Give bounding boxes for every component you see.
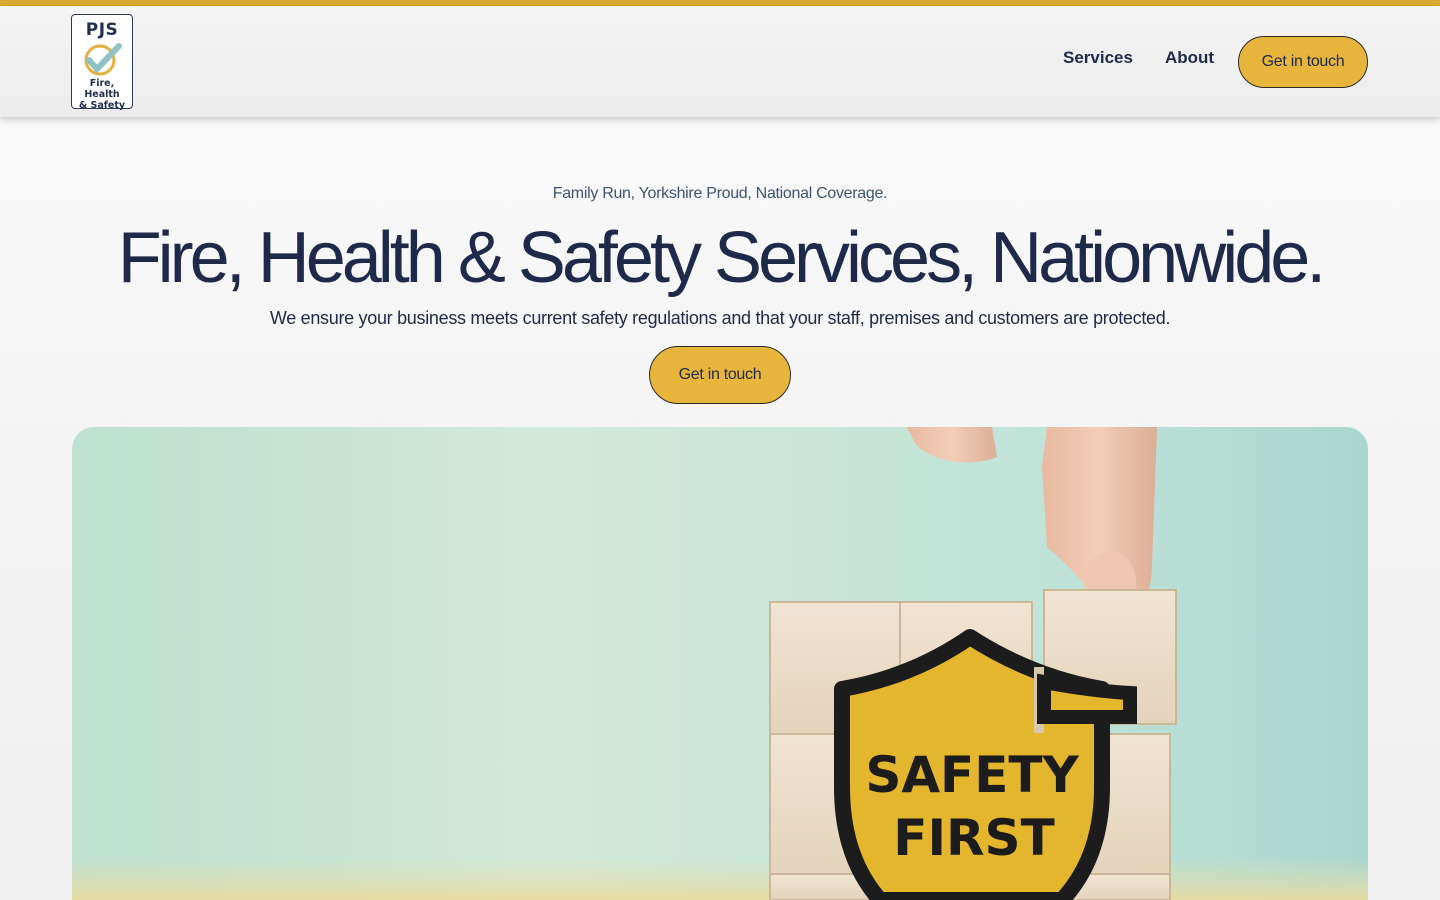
site-logo[interactable]: PJS Fire, Health & Safety (71, 14, 133, 111)
logo-title: PJS (85, 20, 119, 40)
header-get-in-touch-button[interactable]: Get in touch (1238, 36, 1368, 88)
safety-text-line2: FIRST (893, 809, 1054, 867)
hero-subtext: We ensure your business meets current sa… (269, 308, 1171, 328)
hero-image: SAFETY FIRST (72, 427, 1368, 900)
hero-tagline: Family Run, Yorkshire Proud, National Co… (552, 185, 888, 202)
logo-subtitle-line2: & Safety (78, 100, 126, 111)
hero-get-in-touch-button[interactable]: Get in touch (649, 346, 791, 404)
nav-link-about[interactable]: About (1165, 48, 1214, 68)
logo-subtitle-line1: Fire, Health (84, 78, 120, 100)
safety-text-line1: SAFETY (865, 746, 1079, 804)
nav-link-services[interactable]: Services (1063, 48, 1133, 68)
site-header: PJS Fire, Health & Safety Services About… (0, 6, 1440, 117)
hero-headline: Fire, Health & Safety Services, Nationwi… (117, 218, 1327, 298)
checkmark-icon (84, 43, 122, 76)
safety-first-blocks-illustration: SAFETY FIRST (72, 427, 1368, 900)
